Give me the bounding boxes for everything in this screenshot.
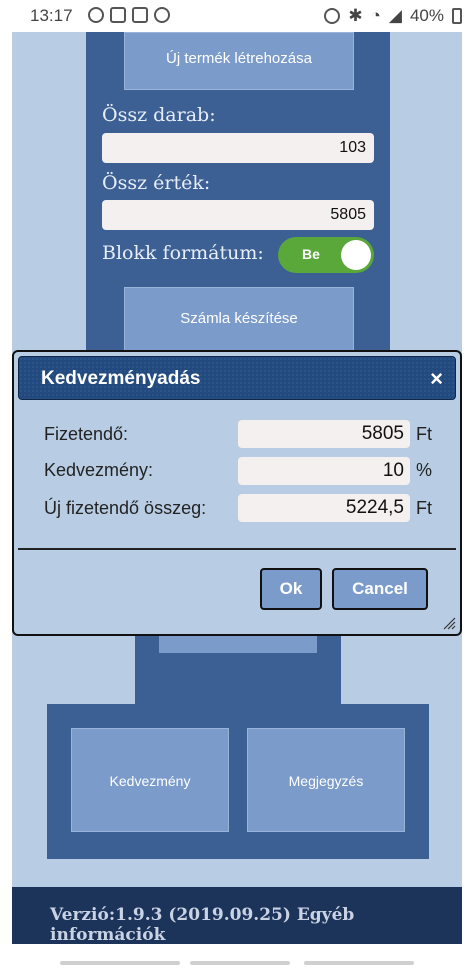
- alarm-icon: [324, 8, 341, 24]
- discount-label: Kedvezmény:: [44, 460, 154, 480]
- resize-grip-icon[interactable]: [442, 616, 456, 630]
- toggle-knob: [341, 240, 371, 270]
- ok-button[interactable]: Ok: [260, 568, 322, 610]
- bluetooth-icon: ✱: [348, 6, 363, 25]
- bottom-panel: Kedvezmény Megjegyzés: [47, 704, 429, 859]
- new-product-button[interactable]: Új termék létrehozása: [124, 32, 354, 90]
- e-icon: [154, 7, 170, 23]
- total-count-label: Össz darab:: [102, 104, 216, 126]
- status-time: 13:17: [30, 6, 73, 25]
- status-bar: 13:17 ✱ ◔ ◢ 40%: [0, 0, 474, 32]
- status-left-icons: [88, 7, 170, 23]
- discount-field[interactable]: 10: [238, 457, 410, 485]
- nav-recents-handle[interactable]: [60, 961, 180, 965]
- new-payable-label: Új fizetendő összeg:: [44, 498, 207, 518]
- block-format-label: Blokk formátum:: [102, 242, 264, 264]
- payable-field[interactable]: 5805: [238, 420, 410, 448]
- battery-icon: [452, 8, 462, 24]
- dialog-titlebar[interactable]: Kedvezményadás ×: [18, 356, 456, 400]
- image-icon: [110, 7, 126, 23]
- close-icon[interactable]: ×: [430, 366, 443, 392]
- notification-icon: [88, 7, 104, 23]
- payable-label: Fizetendő:: [44, 424, 129, 444]
- new-payable-field[interactable]: 5224,5: [238, 494, 410, 522]
- status-right-icons: ✱ ◔ ◢ 40%: [324, 6, 462, 26]
- total-value-field[interactable]: 5805: [102, 200, 374, 230]
- cancel-button[interactable]: Cancel: [332, 568, 428, 610]
- signal-icon: ◢: [388, 6, 402, 25]
- total-value-label: Össz érték:: [102, 172, 211, 194]
- discount-unit: %: [416, 460, 433, 480]
- discount-button[interactable]: Kedvezmény: [71, 728, 229, 832]
- main-panel: Új termék létrehozása Össz darab: 103 Ös…: [86, 32, 390, 362]
- discount-dialog: Kedvezményadás × Fizetendő: 5805 Ft Kedv…: [12, 350, 462, 636]
- payable-unit: Ft: [416, 424, 432, 444]
- new-payable-unit: Ft: [416, 498, 432, 518]
- note-button[interactable]: Megjegyzés: [247, 728, 405, 832]
- footer-info-link[interactable]: Verzió:1.9.3 (2019.09.25) Egyéb informác…: [50, 905, 462, 945]
- clipboard-icon: [132, 7, 148, 23]
- battery-percentage: 40%: [409, 6, 444, 25]
- nav-home-handle[interactable]: [190, 961, 290, 965]
- total-count-field[interactable]: 103: [102, 133, 374, 163]
- toggle-state-label: Be: [302, 246, 320, 262]
- wifi-icon: ◔: [370, 6, 381, 25]
- create-invoice-button[interactable]: Számla készítése: [124, 287, 354, 357]
- footer: Verzió:1.9.3 (2019.09.25) Egyéb informác…: [12, 887, 462, 945]
- block-format-toggle[interactable]: Be: [278, 237, 374, 273]
- nav-back-handle[interactable]: [304, 961, 414, 965]
- navigation-bar: [0, 944, 474, 974]
- dialog-title: Kedvezményadás: [41, 368, 201, 389]
- dialog-divider: [18, 548, 456, 550]
